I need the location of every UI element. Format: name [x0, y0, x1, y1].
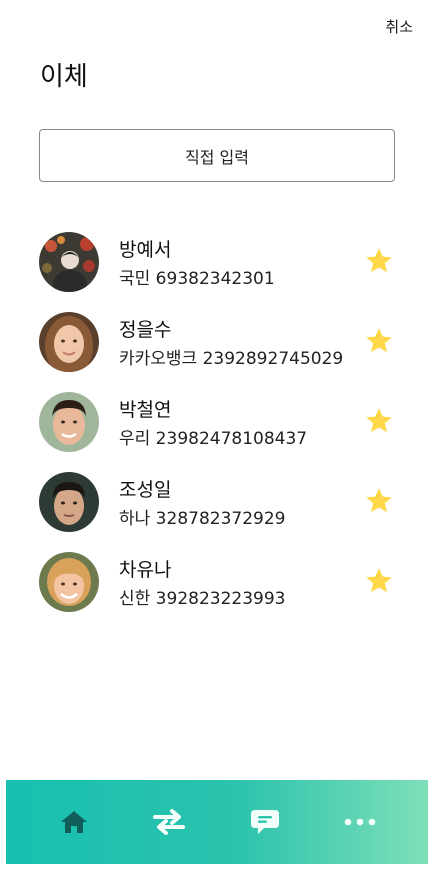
favorite-star-icon[interactable]	[365, 486, 393, 514]
transfer-arrows-icon	[153, 809, 186, 835]
avatar-photo-icon	[39, 312, 99, 372]
recipient-name: 박철연	[119, 399, 172, 421]
recipient-name: 차유나	[119, 559, 172, 581]
nav-home[interactable]	[44, 792, 104, 852]
recipient-account: 우리 23982478108437	[119, 429, 308, 449]
recipient-name: 방예서	[119, 239, 172, 261]
direct-input-button[interactable]: 직접 입력	[39, 129, 395, 182]
bottom-navigation	[6, 780, 428, 864]
recipient-account: 국민 69382342301	[119, 269, 275, 289]
avatar	[39, 312, 99, 372]
favorite-star-icon[interactable]	[365, 566, 393, 594]
avatar	[39, 552, 99, 612]
chat-bubble-icon	[250, 810, 279, 834]
avatar-photo-icon	[39, 552, 99, 612]
favorite-star-icon[interactable]	[365, 406, 393, 434]
favorite-recipient-list: 방예서 국민 69382342301 정을수 카카오뱅크 23928927450…	[0, 230, 435, 630]
nav-transfer[interactable]	[139, 792, 199, 852]
avatar	[39, 232, 99, 292]
cancel-button[interactable]: 취소	[385, 16, 413, 37]
avatar-photo-icon	[39, 392, 99, 452]
nav-more[interactable]	[330, 792, 390, 852]
recipient-name: 조성일	[119, 479, 172, 501]
home-icon	[60, 811, 87, 833]
nav-chat[interactable]	[235, 792, 295, 852]
recipient-name: 정을수	[119, 319, 172, 341]
favorite-recipient-row[interactable]: 차유나 신한 392823223993	[0, 550, 435, 630]
favorite-star-icon[interactable]	[365, 246, 393, 274]
avatar-photo-icon	[39, 232, 99, 292]
avatar-photo-icon	[39, 472, 99, 532]
recipient-account: 신한 392823223993	[119, 589, 286, 609]
recipient-account: 하나 328782372929	[119, 509, 286, 529]
more-dots-icon	[344, 818, 376, 826]
favorite-recipient-row[interactable]: 정을수 카카오뱅크 2392892745029	[0, 310, 435, 390]
transfer-screen: 취소 이체 직접 입력 방예서 국민 69382342301 정을수 카카오뱅크…	[0, 0, 435, 871]
favorite-recipient-row[interactable]: 조성일 하나 328782372929	[0, 470, 435, 550]
favorite-star-icon[interactable]	[365, 326, 393, 354]
page-title: 이체	[40, 62, 88, 92]
avatar	[39, 392, 99, 452]
favorite-recipient-row[interactable]: 방예서 국민 69382342301	[0, 230, 435, 310]
avatar	[39, 472, 99, 532]
favorite-recipient-row[interactable]: 박철연 우리 23982478108437	[0, 390, 435, 470]
recipient-account: 카카오뱅크 2392892745029	[119, 349, 344, 369]
